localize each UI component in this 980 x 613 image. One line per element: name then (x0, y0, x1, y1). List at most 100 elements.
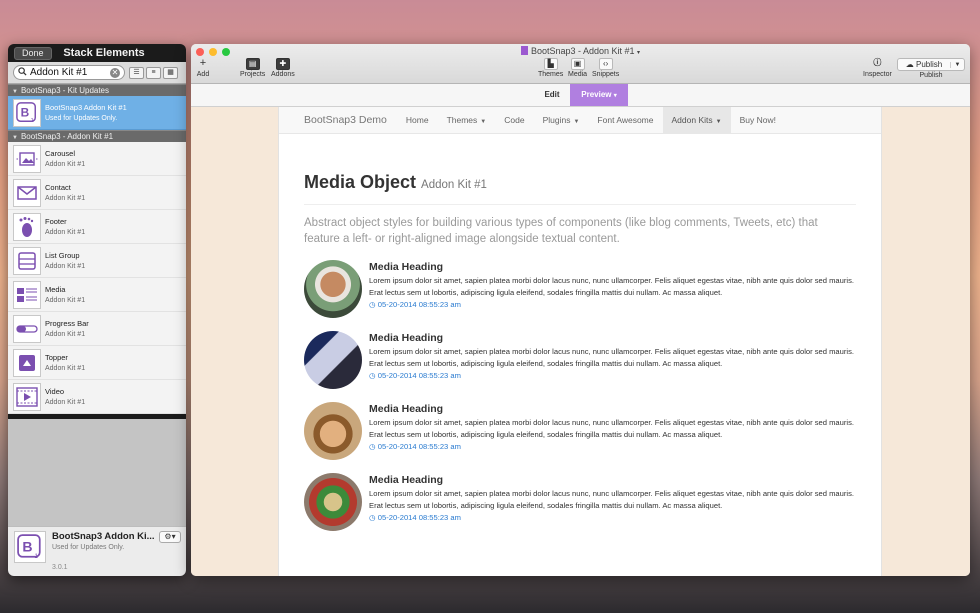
list-group-icon (13, 246, 41, 275)
search-value: Addon Kit #1 (30, 67, 88, 78)
media-object: Media Heading Lorem ipsum dolor sit amet,… (304, 331, 856, 389)
list-item-bootsnap3-addon-kit[interactable]: B1 BootSnap3 Addon Kit #1 Used for Update… (8, 96, 186, 130)
list-empty-area (8, 419, 186, 526)
compact-view-icon[interactable]: ≡ (146, 66, 161, 79)
caret-down-icon: ▼ (715, 118, 722, 125)
avatar (304, 473, 362, 531)
grid-view-icon[interactable]: ▦ (163, 66, 178, 79)
preview-page: BootSnap3 Demo Home Themes ▼ Code Plugins… (278, 106, 882, 576)
media-body: Lorem ipsum dolor sit amet, sapien plate… (369, 347, 854, 368)
caret-down-icon: ▼ (480, 118, 487, 125)
list-item-footer[interactable]: Footer Addon Kit #1 (8, 210, 186, 244)
search-icon (18, 66, 27, 79)
media-date: ◷ 05-20-2014 08:55:23 am (369, 371, 461, 380)
media-object: Media Heading Lorem ipsum dolor sit amet,… (304, 402, 856, 460)
group-header-kit-updates[interactable]: ▼ BootSnap3 - Kit Updates (8, 84, 186, 96)
done-button[interactable]: Done (14, 47, 52, 60)
cloud-icon: ☁ (905, 60, 914, 69)
projects-icon: ▤ (245, 58, 260, 70)
window-toolbar: BootSnap3 - Addon Kit #1 ▾ + Add ▤ Project… (191, 44, 970, 84)
document-icon (520, 46, 528, 55)
list-view-icon[interactable]: ☰ (129, 66, 144, 79)
window-title: BootSnap3 - Addon Kit #1 ▾ (191, 46, 970, 56)
chevron-down-icon[interactable]: ▾ (637, 50, 640, 56)
search-row: Addon Kit #1 ✕ ☰ ≡ ▦ (8, 62, 186, 84)
lead-paragraph: Abstract object styles for building vari… (304, 217, 818, 245)
clock-icon: ◷ (369, 513, 376, 522)
inspector-button[interactable]: ⓘ Inspector (863, 58, 892, 78)
page-content: Media Object Addon Kit #1 Abstract objec… (279, 172, 881, 531)
nav-item-addon-kits[interactable]: Addon Kits ▼ (662, 106, 731, 134)
avatar (304, 402, 362, 460)
media-body: Lorem ipsum dolor sit amet, sapien plate… (369, 418, 854, 439)
selected-item-version: 3.0.1 (52, 564, 68, 571)
media-body: Lorem ipsum dolor sit amet, sapien plate… (369, 489, 854, 510)
list-item-topper[interactable]: Topper Addon Kit #1 (8, 346, 186, 380)
chevron-down-icon[interactable]: ▼ (950, 61, 964, 68)
clock-icon: ◷ (369, 371, 376, 380)
panel-titlebar: Done Stack Elements (8, 44, 186, 62)
clear-search-icon[interactable]: ✕ (110, 67, 120, 78)
projects-button[interactable]: ▤ Projects (240, 58, 265, 78)
nav-item-themes[interactable]: Themes ▼ (438, 107, 496, 134)
mode-bar: Edit Preview ▾ (191, 84, 970, 107)
main-window: BootSnap3 - Addon Kit #1 ▾ + Add ▤ Project… (191, 44, 970, 576)
nav-item-home[interactable]: Home (397, 107, 438, 134)
nav-item-font-awesome[interactable]: Font Awesome (588, 107, 662, 134)
bootsnap-b-icon: B1 (13, 98, 41, 127)
info-icon: ⓘ (873, 58, 882, 67)
photo-icon: ▣ (570, 58, 585, 70)
snippets-button[interactable]: ‹› Snippets (592, 58, 619, 78)
nav-item-plugins[interactable]: Plugins ▼ (534, 107, 589, 134)
footprint-icon (13, 212, 41, 241)
edit-mode-tab[interactable]: Edit (534, 84, 570, 106)
media-object: Media Heading Lorem ipsum dolor sit amet,… (304, 473, 856, 531)
media-date: ◷ 05-20-2014 08:55:23 am (369, 513, 461, 522)
nav-item-code[interactable]: Code (495, 107, 533, 134)
list-item-progress-bar[interactable]: Progress Bar Addon Kit #1 (8, 312, 186, 346)
addons-button[interactable]: ✚ Addons (271, 58, 295, 78)
gear-icon[interactable]: ⚙▾ (159, 531, 181, 543)
addons-icon: ✚ (275, 58, 290, 70)
avatar (304, 260, 362, 318)
publish-control: ☁ Publish ▼ Publish (897, 58, 965, 79)
preview-mode-tab[interactable]: Preview ▾ (570, 84, 628, 106)
search-input[interactable]: Addon Kit #1 ✕ (13, 65, 125, 80)
selected-item-sub: Used for Updates Only. (52, 544, 125, 551)
page-title: Media Object Addon Kit #1 (304, 172, 856, 205)
media-button[interactable]: ▣ Media (568, 58, 587, 78)
list-item-contact[interactable]: Contact Addon Kit #1 (8, 176, 186, 210)
chevron-down-icon: ▾ (613, 93, 617, 99)
media-date: ◷ 05-20-2014 08:55:23 am (369, 300, 461, 309)
media-body: Lorem ipsum dolor sit amet, sapien plate… (369, 276, 854, 297)
nav-item-buy-now[interactable]: Buy Now! (731, 107, 785, 134)
caret-down-icon: ▼ (573, 118, 580, 125)
carousel-icon (13, 144, 41, 173)
list-item-media[interactable]: Media Addon Kit #1 (8, 278, 186, 312)
themes-icon: ▙ (543, 58, 558, 70)
list-item-carousel[interactable]: Carousel Addon Kit #1 (8, 142, 186, 176)
envelope-icon (13, 178, 41, 207)
publish-button[interactable]: ☁ Publish ▼ (897, 58, 965, 71)
preview-canvas: BootSnap3 Demo Home Themes ▼ Code Plugins… (191, 106, 970, 576)
list-item-video[interactable]: Video Addon Kit #1 (8, 380, 186, 414)
themes-button[interactable]: ▙ Themes (538, 58, 563, 78)
media-object: Media Heading Lorem ipsum dolor sit amet,… (304, 260, 856, 318)
disclosure-triangle-icon: ▼ (12, 89, 18, 95)
navbar-brand[interactable]: BootSnap3 Demo (304, 114, 387, 126)
svg-text:B: B (22, 538, 32, 554)
svg-text:B: B (21, 105, 30, 119)
code-icon: ‹› (598, 58, 613, 70)
plus-icon: + (199, 57, 207, 69)
bootsnap-b-icon: B1 (14, 531, 46, 563)
video-icon (13, 382, 41, 411)
svg-text:1: 1 (31, 118, 34, 124)
selected-item-info: B1 BootSnap3 Addon Ki... Used for Update… (8, 526, 186, 576)
media-heading: Media Heading (369, 403, 444, 415)
group-header-addon-kit[interactable]: ▼ BootSnap3 - Addon Kit #1 (8, 130, 186, 142)
clock-icon: ◷ (369, 442, 376, 451)
selected-item-name: BootSnap3 Addon Ki... (52, 531, 155, 542)
clock-icon: ◷ (369, 300, 376, 309)
list-item-list-group[interactable]: List Group Addon Kit #1 (8, 244, 186, 278)
add-button[interactable]: + Add (196, 57, 210, 79)
